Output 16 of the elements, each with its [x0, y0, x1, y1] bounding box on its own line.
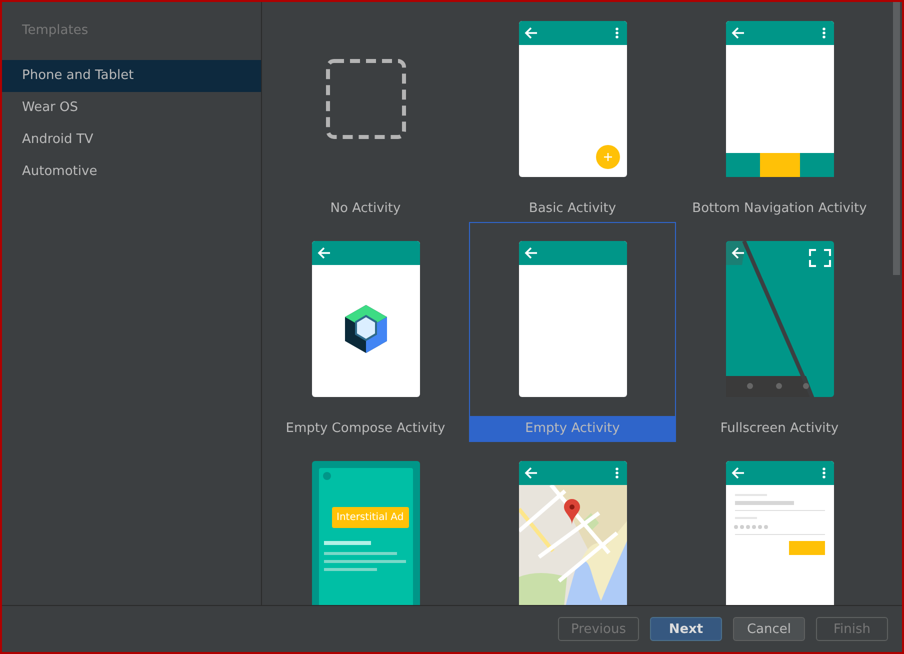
template-card[interactable]: Empty Compose Activity — [262, 222, 469, 442]
wizard-button[interactable]: Next — [650, 617, 722, 641]
dashed-square-icon — [324, 58, 406, 140]
sidebar-item[interactable]: Wear OS — [2, 92, 261, 124]
template-card[interactable]: No Activity — [262, 2, 469, 222]
scrollbar-thumb[interactable] — [893, 2, 900, 275]
wizard-button[interactable]: Cancel — [733, 617, 805, 641]
sidebar-item[interactable]: Phone and Tablet — [2, 60, 261, 92]
template-card[interactable]: Basic Activity — [469, 2, 676, 222]
sidebar-item[interactable]: Android TV — [2, 124, 261, 156]
template-card[interactable]: Fullscreen Activity — [676, 222, 883, 442]
sidebar-title: Templates — [21, 22, 90, 40]
ad-banner: Interstitial Ad — [332, 507, 409, 528]
template-card[interactable]: Empty Activity — [469, 222, 676, 442]
template-card[interactable]: Bottom Navigation Activity — [676, 2, 883, 222]
sidebar-item[interactable]: Automotive — [2, 156, 261, 188]
